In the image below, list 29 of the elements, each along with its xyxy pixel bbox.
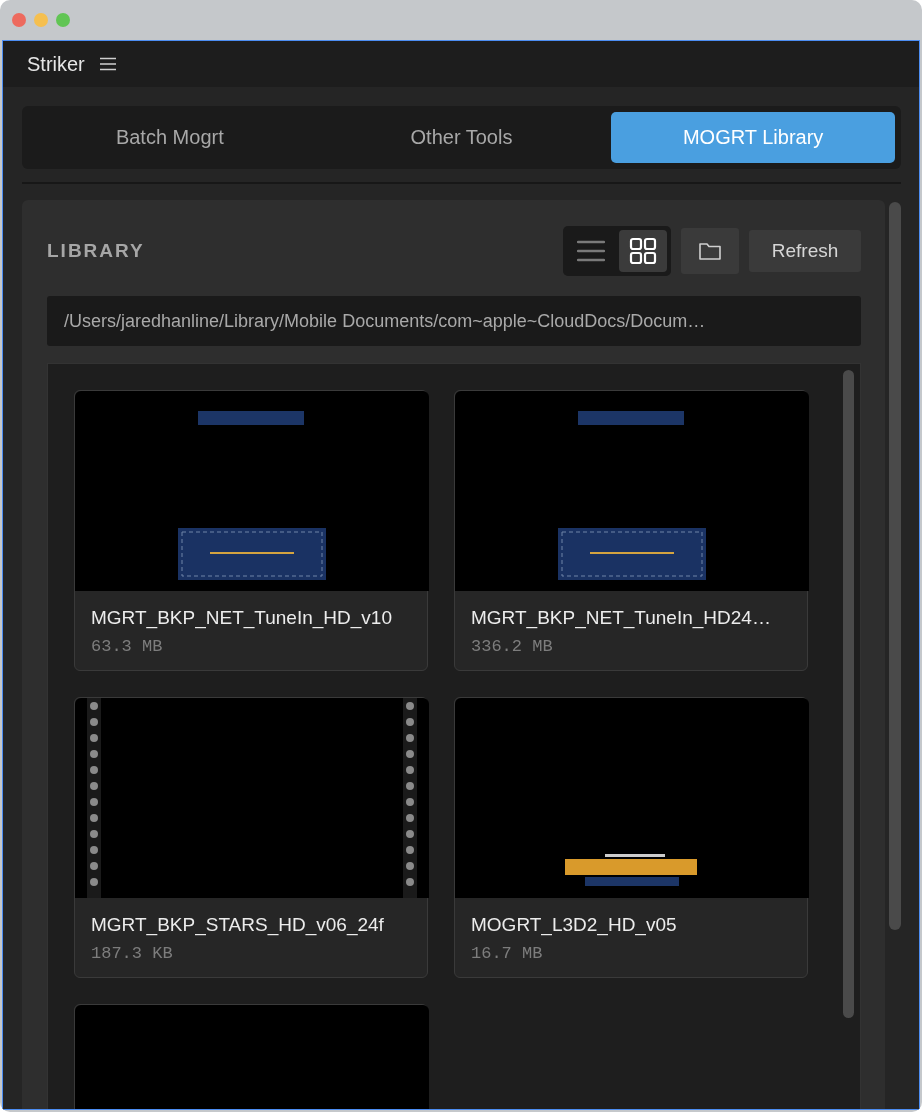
app-title: Striker (27, 52, 85, 76)
grid-view-button[interactable] (619, 230, 667, 272)
path-field[interactable]: /Users/jaredhanline/Library/Mobile Documents/com~apple~CloudDocs/Docum… (47, 296, 861, 346)
mogrt-card[interactable]: MGRT_BKP_NET_TuneIn_HD24… 336.2 MB (454, 390, 808, 671)
file-name: MGRT_BKP_NET_TuneIn_HD24… (471, 607, 772, 629)
library-heading: LIBRARY (47, 240, 146, 262)
file-size: 187.3 KB (91, 944, 174, 963)
scrollbar[interactable] (843, 370, 854, 1018)
list-icon (577, 239, 605, 263)
tab[interactable]: Other Tools (319, 112, 604, 163)
zoom-button[interactable] (56, 13, 70, 27)
scrollbar[interactable] (889, 202, 901, 930)
file-size: 336.2 MB (471, 637, 554, 656)
refresh-button[interactable]: Refresh (749, 230, 861, 272)
tab[interactable]: Batch Mogrt (28, 112, 312, 163)
mogrt-card[interactable]: MOGRT_L3D2_HD_v05 16.7 MB (454, 697, 808, 978)
folder-button[interactable] (681, 228, 739, 274)
file-name: MOGRT_L3D2_HD_v05 (471, 914, 678, 936)
grid-icon (629, 237, 657, 265)
file-name: MGRT_BKP_STARS_HD_v06_24f (91, 914, 385, 936)
close-button[interactable] (12, 13, 26, 27)
file-size: 63.3 MB (91, 637, 164, 656)
file-name: MGRT_BKP_NET_TuneIn_HD_v10 (91, 607, 393, 629)
mogrt-card[interactable]: MGRT_BKP_STARS_HD_v06_24f 187.3 KB (74, 697, 428, 978)
menu-icon[interactable] (98, 57, 117, 71)
folder-icon (698, 241, 722, 261)
mogrt-card[interactable]: MGRT_BKP_NET_TuneIn_HD_v10 63.3 MB (74, 390, 428, 671)
minimize-button[interactable] (34, 13, 48, 27)
file-size: 16.7 MB (471, 944, 544, 963)
